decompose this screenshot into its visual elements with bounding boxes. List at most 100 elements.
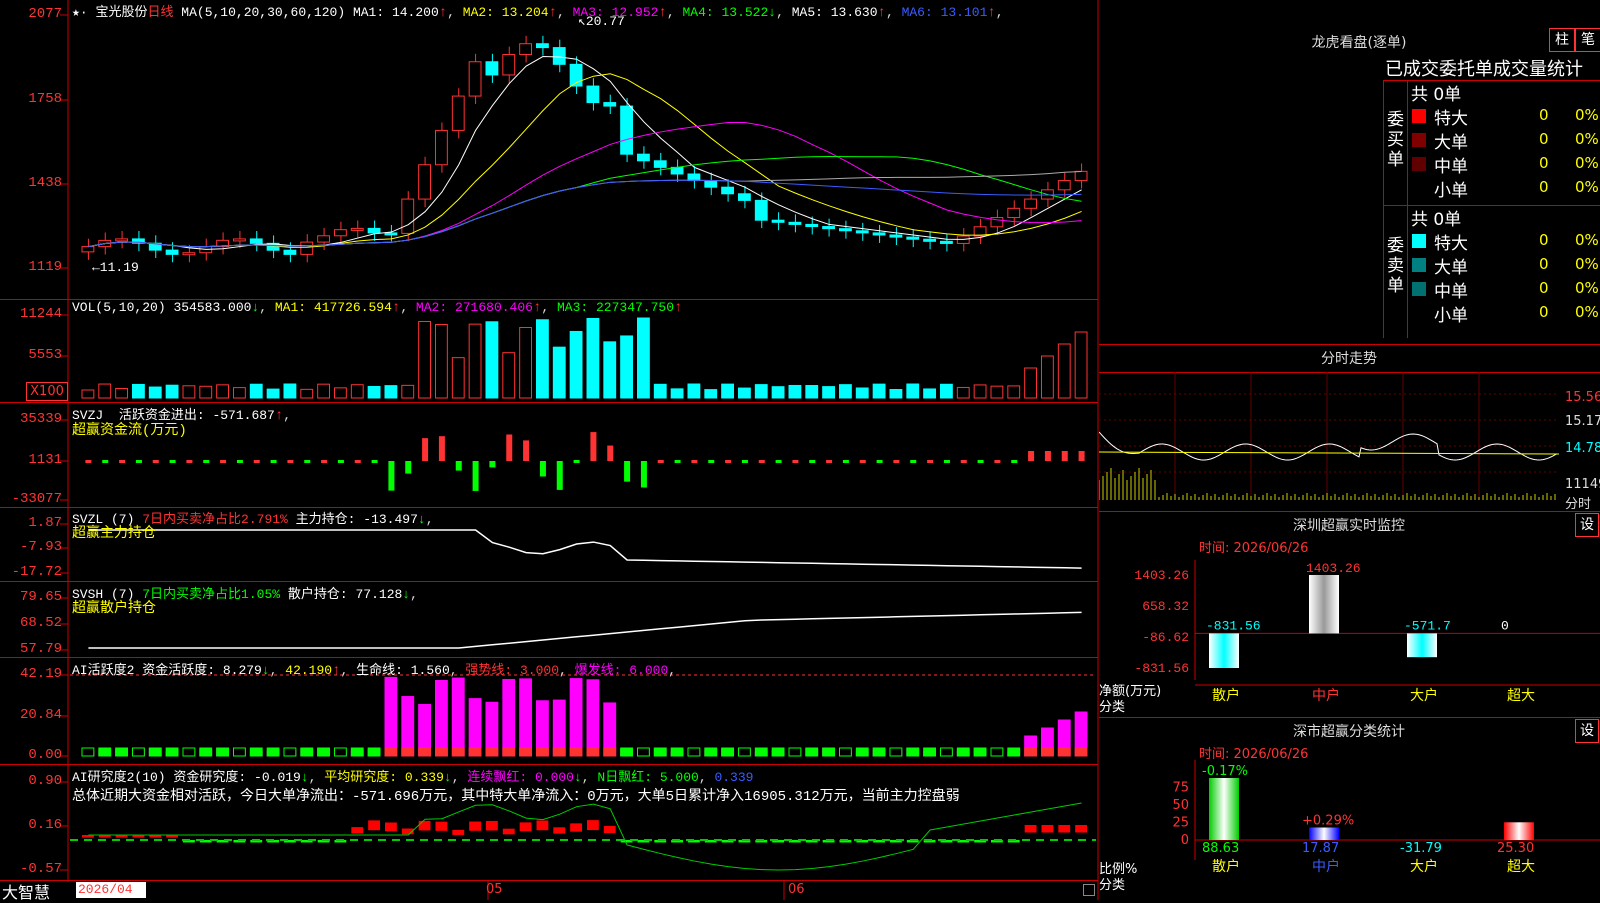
candle-body bbox=[401, 198, 415, 234]
axis-label: -831.56 bbox=[1134, 661, 1189, 676]
volume-unit-badge[interactable]: X100 bbox=[26, 382, 68, 401]
flow-bar bbox=[85, 460, 92, 463]
candle-body bbox=[889, 234, 903, 238]
life-bar bbox=[115, 747, 128, 757]
life-bar bbox=[822, 747, 836, 757]
classify-bar bbox=[1309, 827, 1339, 840]
axis-label: 1.87 bbox=[28, 515, 62, 531]
flow-bar bbox=[438, 436, 445, 461]
kline-header: ★· 宝光股份日线 MA(5,10,20,30,60,120) MA1: 14.… bbox=[72, 5, 1004, 21]
activity-bar bbox=[435, 679, 448, 757]
intraday-chart[interactable] bbox=[1099, 372, 1559, 510]
life-bar bbox=[1041, 747, 1054, 757]
volume-bar bbox=[771, 386, 785, 399]
candle-body bbox=[1074, 170, 1088, 182]
candle-body bbox=[451, 95, 465, 131]
bar-value: 0 bbox=[1501, 618, 1509, 633]
classify-settings-button[interactable]: 设 bbox=[1575, 719, 1599, 743]
research-bar bbox=[1075, 825, 1087, 833]
flow-bar bbox=[337, 460, 344, 463]
volume-bar bbox=[653, 383, 667, 399]
volume-bar bbox=[350, 384, 364, 399]
candle-body bbox=[536, 43, 549, 49]
trend-arrow: ↑ bbox=[877, 5, 886, 21]
stat-count: 0 bbox=[1539, 178, 1549, 196]
candle-body bbox=[940, 240, 953, 244]
candle-body bbox=[704, 180, 718, 188]
candle-body bbox=[81, 246, 95, 253]
candle-body bbox=[165, 249, 179, 255]
life-bar bbox=[1024, 747, 1037, 757]
trend-arrow: ↑ bbox=[438, 5, 448, 21]
axis-label: 1119 bbox=[28, 259, 62, 275]
volume-bar bbox=[283, 383, 297, 399]
axis-label: 11149 bbox=[1565, 477, 1600, 492]
axis-label: 0.16 bbox=[28, 817, 62, 833]
flow-bar bbox=[893, 460, 900, 463]
axis-label: -86.62 bbox=[1142, 630, 1189, 645]
research-bar bbox=[486, 820, 498, 831]
stat-label: 中单 bbox=[1434, 282, 1468, 302]
flow-bar bbox=[304, 460, 311, 463]
research-bar bbox=[351, 827, 364, 834]
life-bar bbox=[148, 747, 162, 757]
candle-body bbox=[822, 226, 836, 230]
monitor-bar bbox=[1209, 633, 1239, 668]
volume-bar bbox=[485, 321, 499, 399]
flow-bar bbox=[1028, 451, 1035, 461]
bar-mode-button[interactable]: 柱 bbox=[1549, 28, 1575, 52]
candle-body bbox=[502, 54, 516, 76]
stat-pct: 0% bbox=[1575, 106, 1599, 124]
candle-body bbox=[637, 153, 650, 162]
candle-body bbox=[249, 238, 263, 244]
life-bar bbox=[670, 747, 684, 757]
lock-icon[interactable] bbox=[1083, 884, 1095, 896]
tick-mode-button[interactable]: 笔 bbox=[1575, 28, 1600, 52]
axis-label: 5553 bbox=[28, 347, 62, 363]
monitor-settings-button[interactable]: 设 bbox=[1575, 513, 1599, 537]
life-bar bbox=[754, 747, 768, 757]
stat-label: 小单 bbox=[1434, 306, 1468, 326]
flow-bar bbox=[287, 460, 294, 463]
flow-bar bbox=[607, 445, 614, 461]
life-bar bbox=[1007, 747, 1021, 757]
volume-bar bbox=[738, 387, 751, 399]
monitor-title: 深圳超赢实时监控 bbox=[1293, 518, 1405, 534]
stat-row: 中单 0 0% bbox=[1099, 277, 1600, 302]
flow-bar bbox=[556, 461, 563, 490]
axis-label: 658.32 bbox=[1142, 599, 1189, 614]
life-bar bbox=[199, 747, 213, 757]
flow-bar bbox=[455, 461, 462, 471]
flow-bar bbox=[270, 460, 277, 463]
axis-label: 1438 bbox=[28, 175, 62, 191]
life-bar bbox=[637, 747, 650, 757]
volume-bar bbox=[367, 385, 381, 399]
svzj-bars bbox=[85, 432, 1085, 491]
chart-canvas[interactable] bbox=[0, 0, 1100, 900]
stat-count: 0 bbox=[1539, 130, 1549, 148]
life-bar bbox=[1057, 747, 1071, 757]
candle-body bbox=[519, 43, 533, 56]
classify-chart[interactable]: 75 50 25 0 -0.17% 88.63 散户 +0.29% 17.87 中户 -31.79 大… bbox=[1099, 760, 1600, 900]
volume-bar bbox=[266, 388, 280, 399]
candlestick-series bbox=[81, 35, 1088, 263]
flow-bar bbox=[657, 460, 664, 463]
volume-bar bbox=[435, 324, 448, 399]
flow-bar bbox=[186, 460, 193, 463]
flow-bar bbox=[741, 460, 748, 463]
flow-bar bbox=[539, 461, 546, 477]
category-label: 散户 bbox=[1212, 687, 1240, 704]
volume-bar bbox=[81, 389, 95, 399]
svzj-subtitle: 超赢资金流(万元) bbox=[72, 423, 187, 439]
axis-label: 14.78 bbox=[1565, 441, 1600, 456]
research-line bbox=[88, 802, 1082, 871]
stat-row: 大单 0 0% bbox=[1099, 253, 1600, 278]
stat-label: 特大 bbox=[1434, 234, 1468, 254]
monitor-chart[interactable]: 1403.26 658.32 -86.62 -831.56 -831.56 散户 1403.… bbox=[1099, 540, 1600, 720]
svzl-line bbox=[88, 529, 1082, 569]
axis-label: 15.17 bbox=[1565, 414, 1600, 429]
life-bar bbox=[132, 747, 145, 757]
axis-label: 42.19 bbox=[19, 666, 62, 682]
category-label: 中户 bbox=[1312, 687, 1340, 704]
flow-bar bbox=[859, 460, 866, 463]
